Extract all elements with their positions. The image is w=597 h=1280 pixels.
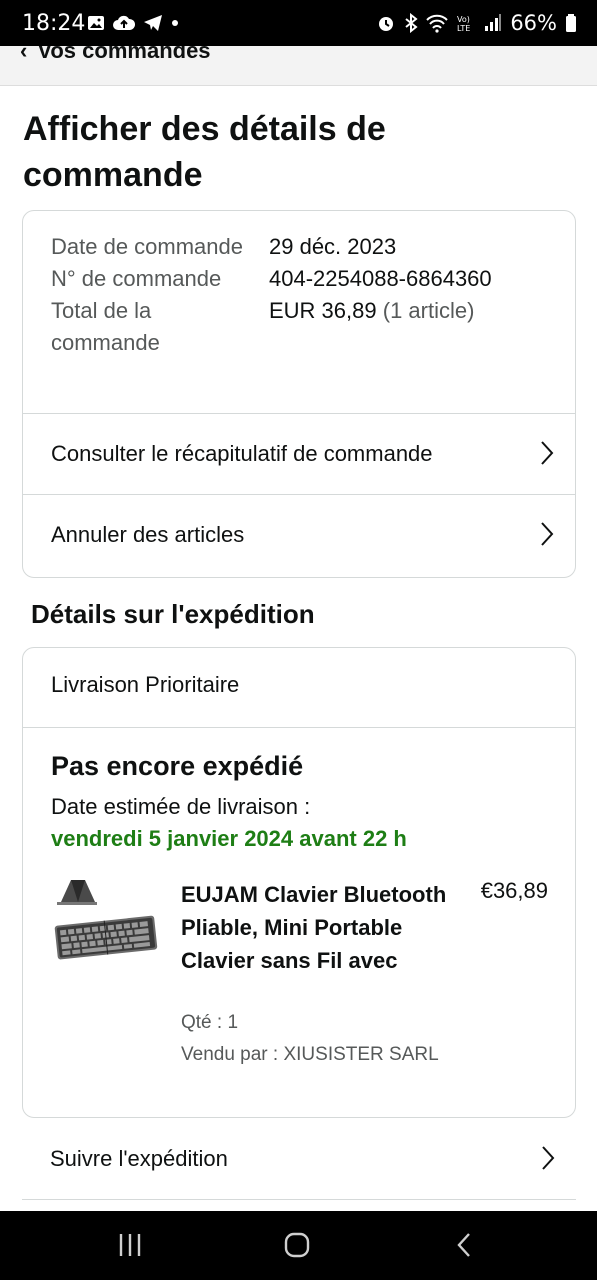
product-price: €36,89 <box>480 878 548 903</box>
back-label: Vos commandes <box>37 46 211 63</box>
battery-icon <box>566 14 576 32</box>
system-navigation-bar <box>0 1211 597 1280</box>
view-order-summary-label: Consulter le récapitulatif de commande <box>51 441 433 466</box>
order-date-label: Date de commande <box>51 234 243 259</box>
order-info: Date de commande 29 déc. 2023 N° de comm… <box>51 231 551 359</box>
shipping-section-title: Détails sur l'expédition <box>31 599 315 629</box>
signal-icon <box>485 14 502 31</box>
chevron-left-icon: ‹ <box>20 46 28 63</box>
shipment-card: Livraison Prioritaire Pas encore expédié… <box>22 647 576 1118</box>
svg-text:Vo): Vo) <box>457 15 470 24</box>
bluetooth-icon <box>405 13 418 33</box>
order-number-label: N° de commande <box>51 266 222 291</box>
product-seller: Vendu par : XIUSISTER SARL <box>181 1044 439 1065</box>
order-number-row: N° de commande 404-2254088-6864360 <box>51 263 551 295</box>
volte-icon: Vo)LTE <box>457 15 470 33</box>
back-icon[interactable] <box>454 1231 474 1259</box>
notification-icons <box>87 14 179 32</box>
estimated-delivery-date: vendredi 5 janvier 2024 avant 22 h <box>51 826 407 851</box>
order-total-row: Total de la commande EUR 36,89 (1 articl… <box>51 295 551 359</box>
order-date-row: Date de commande 29 déc. 2023 <box>51 231 551 263</box>
view-order-summary-link[interactable]: Consulter le récapitulatif de commande <box>23 413 575 494</box>
shipment-status: Pas encore expédié <box>51 751 304 781</box>
estimated-delivery-label: Date estimée de livraison : <box>51 794 311 819</box>
gallery-icon <box>88 16 104 30</box>
order-info-card: Date de commande 29 déc. 2023 N° de comm… <box>22 210 576 578</box>
order-number-value: 404-2254088-6864360 <box>269 266 492 291</box>
shipping-method: Livraison Prioritaire <box>51 672 240 697</box>
status-time: 18:24 <box>22 11 86 36</box>
system-icons: Vo) LTE 66% <box>376 11 577 35</box>
product-image[interactable] <box>51 878 159 974</box>
divider <box>23 727 575 728</box>
chevron-right-icon <box>541 441 554 465</box>
telegram-icon <box>144 15 162 31</box>
order-total-amount: EUR 36,89 <box>269 298 377 323</box>
chevron-right-icon <box>542 1146 555 1170</box>
recent-apps-icon[interactable] <box>117 1231 143 1259</box>
order-total-value: EUR 36,89 (1 article) <box>269 295 474 327</box>
product-title-link[interactable]: EUJAM Clavier Bluetooth Pliable, Mini Po… <box>181 878 451 977</box>
chevron-right-icon <box>541 522 554 546</box>
back-to-orders-link[interactable]: ‹ Vos commandes <box>20 46 211 64</box>
track-shipment-link[interactable]: Suivre l'expédition <box>22 1118 576 1200</box>
svg-text:LTE: LTE <box>457 24 470 33</box>
track-shipment-label: Suivre l'expédition <box>50 1145 228 1171</box>
cloud-upload-icon <box>113 15 135 30</box>
product-quantity: Qté : 1 <box>181 1012 239 1033</box>
cancel-items-link[interactable]: Annuler des articles <box>23 494 575 575</box>
order-date-value: 29 déc. 2023 <box>269 234 397 259</box>
order-total-label: Total de la commande <box>51 298 160 355</box>
cancel-items-label: Annuler des articles <box>51 522 245 547</box>
order-item-count: (1 article) <box>382 298 475 323</box>
battery-percent: 66% <box>510 11 557 35</box>
top-navigation: ‹ Vos commandes <box>0 46 597 86</box>
status-bar: 18:24 Vo) LTE 66% <box>0 0 597 46</box>
wifi-icon <box>426 14 449 33</box>
home-icon[interactable] <box>283 1231 311 1259</box>
page-title: Afficher des détails de commande <box>23 110 386 194</box>
alarm-icon <box>379 17 394 31</box>
more-dot-icon <box>172 20 178 26</box>
